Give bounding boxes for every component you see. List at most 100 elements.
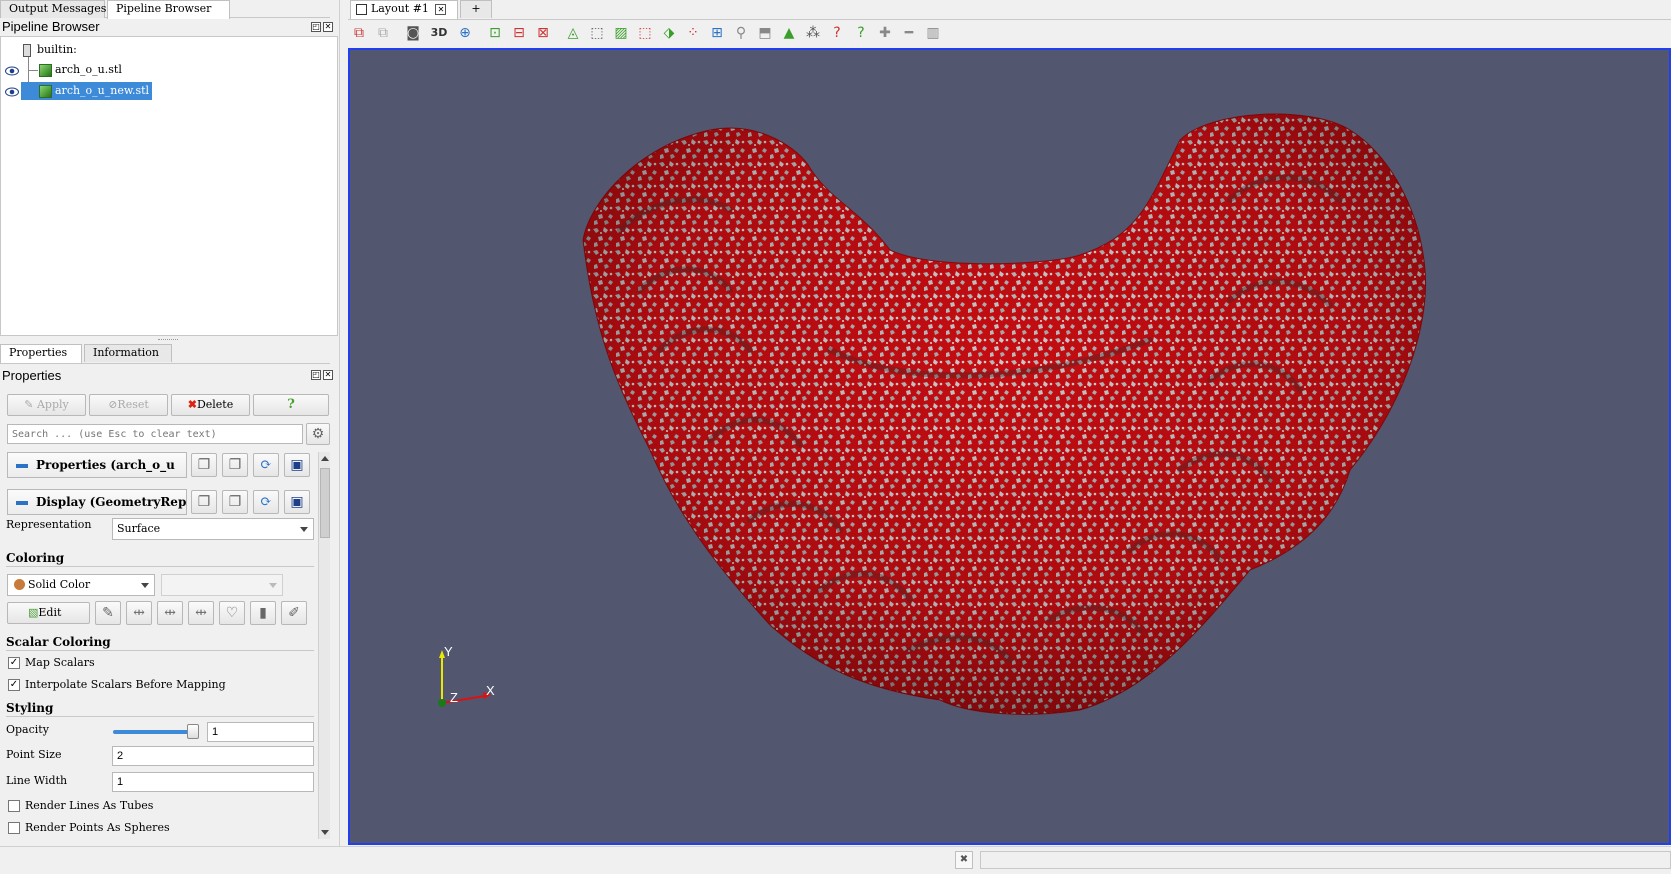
representation-value: Surface — [117, 522, 161, 535]
interpolate-scalars-label: Interpolate Scalars Before Mapping — [25, 678, 226, 691]
delete-button[interactable]: ✖Delete — [171, 394, 250, 416]
dental-arch-mesh[interactable] — [350, 50, 1669, 843]
trash-icon[interactable]: ▥ — [924, 24, 942, 42]
select-points-on-icon[interactable]: ⊟ — [510, 24, 528, 42]
colorbar-icon[interactable]: ▮ — [250, 601, 276, 625]
undock-icon[interactable]: ◰ — [311, 370, 321, 380]
hover-points-icon[interactable]: ⁘ — [684, 24, 702, 42]
split-horizontal-icon[interactable]: ⧉ — [350, 24, 368, 42]
tab-pipeline-browser[interactable]: Pipeline Browser — [107, 0, 230, 19]
select-cells-through-icon[interactable]: ⊠ — [534, 24, 552, 42]
camera-icon[interactable]: ◙ — [404, 24, 422, 42]
edit-label: Edit — [38, 606, 62, 619]
apply-button[interactable]: ✎ Apply — [7, 394, 86, 416]
close-icon[interactable]: ✕ — [323, 370, 333, 380]
zoom-to-data-icon[interactable]: ⊕ — [456, 24, 474, 42]
save-icon[interactable]: ▣ — [284, 490, 310, 514]
point-size-label: Point Size — [6, 748, 62, 761]
help-button[interactable]: ? — [253, 394, 329, 416]
hover-cells-icon[interactable]: ⊞ — [708, 24, 726, 42]
main-splitter[interactable] — [339, 0, 347, 846]
tree-root-builtin[interactable]: builtin: — [23, 41, 77, 59]
extract-selection-icon[interactable]: ⬒ — [756, 24, 774, 42]
interactive-select-cells-icon[interactable]: ⬚ — [636, 24, 654, 42]
display-section-toggle[interactable]: Display (GeometryRep — [7, 489, 187, 515]
property-search-input[interactable] — [7, 424, 303, 444]
edit-color-button[interactable]: ▧Edit — [7, 602, 90, 624]
scroll-up-icon[interactable] — [321, 456, 329, 461]
chevron-down-icon — [300, 527, 308, 532]
rescale-custom-icon[interactable]: ⇹ — [157, 601, 183, 625]
refresh-icon[interactable]: ⟳ — [253, 490, 279, 514]
pipeline-tree[interactable]: builtin: arch_o_u.stl arch_o_u_new.stl — [0, 36, 338, 336]
render-lines-tubes-checkbox[interactable] — [8, 800, 20, 812]
color-component-select[interactable] — [161, 574, 283, 596]
select-polygon-cells-icon[interactable]: ◬ — [564, 24, 582, 42]
undock-icon[interactable]: ◰ — [311, 22, 321, 32]
tab-properties[interactable]: Properties — [0, 344, 82, 363]
pick-color-icon[interactable]: ✎ — [95, 601, 121, 625]
eye-icon[interactable] — [5, 66, 19, 76]
scroll-down-icon[interactable] — [321, 830, 329, 835]
line-width-input[interactable] — [112, 772, 314, 792]
colorbar-edit-icon[interactable]: ✐ — [281, 601, 307, 625]
properties-dock-buttons: ◰ ✕ — [311, 370, 333, 380]
select-cells-on-icon[interactable]: ⊡ — [486, 24, 504, 42]
coloring-select[interactable]: Solid Color — [7, 574, 155, 596]
properties-section-toggle[interactable]: Properties (arch_o_u — [7, 452, 187, 478]
tree-item-arch-o-u-new[interactable]: arch_o_u_new.stl — [21, 82, 152, 100]
opacity-label: Opacity — [6, 723, 49, 736]
split-vertical-icon[interactable]: ⧉ — [374, 24, 392, 42]
representation-select[interactable]: Surface — [112, 518, 314, 540]
tree-item-arch-o-u[interactable]: arch_o_u.stl — [39, 61, 122, 79]
close-icon[interactable]: ✕ — [323, 22, 333, 32]
cube-icon — [39, 84, 52, 98]
point-size-input[interactable] — [112, 746, 314, 766]
opacity-input[interactable] — [207, 722, 314, 742]
refresh-icon[interactable]: ⟳ — [253, 453, 279, 477]
tab-layout-1[interactable]: Layout #1 ✕ — [350, 0, 458, 19]
edit-selection-icon[interactable]: ⚲ — [732, 24, 750, 42]
opacity-slider-handle[interactable] — [187, 724, 199, 739]
paste-icon[interactable]: ❐ — [222, 453, 248, 477]
save-icon[interactable]: ▣ — [284, 453, 310, 477]
render-lines-tubes-label: Render Lines As Tubes — [25, 799, 154, 812]
shrink-selection-icon[interactable]: ⁂ — [804, 24, 822, 42]
section-display-label: Display (GeometryRep — [36, 495, 187, 509]
query-cells-icon[interactable]: ? — [828, 24, 846, 42]
delete-label: Delete — [196, 398, 234, 411]
toggle-3d-button[interactable]: 3D — [428, 24, 450, 42]
chevron-down-icon — [141, 583, 149, 588]
rescale-visible-icon[interactable]: ♡ — [219, 601, 245, 625]
settings-gear-icon[interactable]: ⚙ — [306, 423, 330, 445]
select-polygon-points-icon[interactable]: ⬚ — [588, 24, 606, 42]
select-blocks-icon[interactable]: ▨ — [612, 24, 630, 42]
map-scalars-checkbox[interactable]: ✓ — [8, 657, 20, 669]
copy-icon[interactable]: ❐ — [191, 453, 217, 477]
layout-tab-label: Layout #1 — [371, 2, 429, 15]
clear-status-icon[interactable]: ✖ — [955, 851, 973, 869]
eye-icon[interactable] — [5, 87, 19, 97]
copy-icon[interactable]: ❐ — [191, 490, 217, 514]
paste-icon[interactable]: ❐ — [222, 490, 248, 514]
properties-scrollbar[interactable] — [318, 452, 330, 839]
scroll-thumb[interactable] — [320, 468, 330, 538]
add-layout-tab[interactable]: + — [460, 0, 492, 18]
query-points-icon[interactable]: ? — [852, 24, 870, 42]
close-tab-icon[interactable]: ✕ — [435, 4, 447, 15]
reset-button[interactable]: ⊘Reset — [89, 394, 168, 416]
interpolate-scalars-checkbox[interactable]: ✓ — [8, 679, 20, 691]
view-toolbar: ⧉ ⧉ ◙ 3D ⊕ ⊡ ⊟ ⊠ ◬ ⬚ ▨ ⬚ ⬗ ⁘ ⊞ ⚲ ⬒ ▲ ⁂ ?… — [348, 21, 1671, 45]
rescale-temporal-icon[interactable]: ⇹ — [188, 601, 214, 625]
splitter-handle[interactable] — [158, 339, 178, 341]
minus-icon[interactable]: ━ — [900, 24, 918, 42]
rescale-range-icon[interactable]: ⇹ — [126, 601, 152, 625]
tab-output-messages[interactable]: Output Messages — [0, 0, 106, 18]
render-points-spheres-checkbox[interactable] — [8, 822, 20, 834]
render-view[interactable]: Y X Z — [348, 48, 1671, 845]
tree-line — [28, 70, 38, 71]
grow-selection-icon[interactable]: ▲ — [780, 24, 798, 42]
plus-icon[interactable]: ✚ — [876, 24, 894, 42]
interactive-select-points-icon[interactable]: ⬗ — [660, 24, 678, 42]
tab-information[interactable]: Information — [84, 344, 172, 362]
